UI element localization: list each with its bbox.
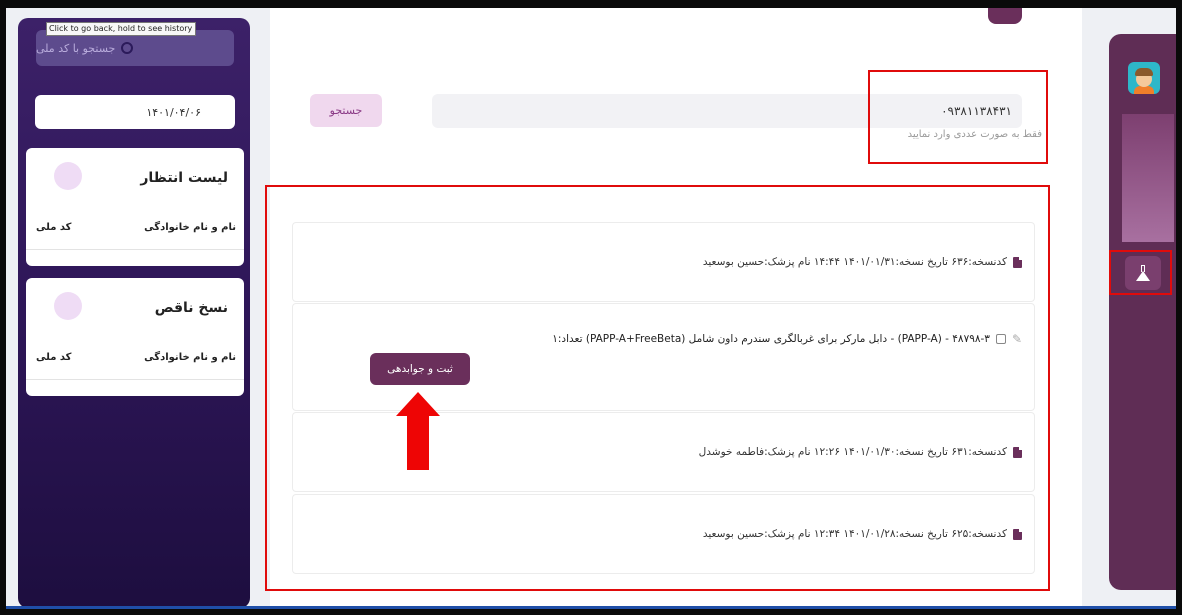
waiting-list-card: لیست انتظار نام و نام خانوادگی کد ملی: [26, 148, 244, 266]
highlight-box-results: [265, 185, 1050, 591]
divider: [26, 249, 244, 250]
search-placeholder: جستجو با کد ملی: [36, 41, 116, 55]
incomplete-prescriptions-card: نسخ ناقص نام و نام خانوادگی کد ملی: [26, 278, 244, 396]
top-tab-handle[interactable]: [988, 8, 1022, 24]
col-full-name: نام و نام خانوادگی: [144, 222, 236, 233]
taskbar-edge: [6, 606, 1176, 609]
col-full-name: نام و نام خانوادگی: [144, 352, 236, 363]
col-national-id: کد ملی: [36, 352, 72, 363]
col-national-id: کد ملی: [36, 222, 72, 233]
incomplete-count-badge: [54, 292, 82, 320]
date-field[interactable]: ۱۴۰۱/۰۴/۰۶: [35, 95, 235, 129]
highlight-box-search: [868, 70, 1048, 164]
waiting-count-badge: [54, 162, 82, 190]
user-avatar[interactable]: [1128, 62, 1160, 94]
waiting-list-title: لیست انتظار: [140, 170, 228, 186]
incomplete-title: نسخ ناقص: [154, 300, 228, 316]
screen-edge: [1176, 8, 1182, 608]
divider: [26, 379, 244, 380]
back-tooltip: Click to go back, hold to see history: [46, 22, 196, 36]
sidebar-active-strip: [1122, 114, 1174, 242]
search-icon: [121, 42, 134, 54]
search-button[interactable]: جستجو: [310, 94, 382, 127]
highlight-box-lab: [1109, 250, 1172, 295]
